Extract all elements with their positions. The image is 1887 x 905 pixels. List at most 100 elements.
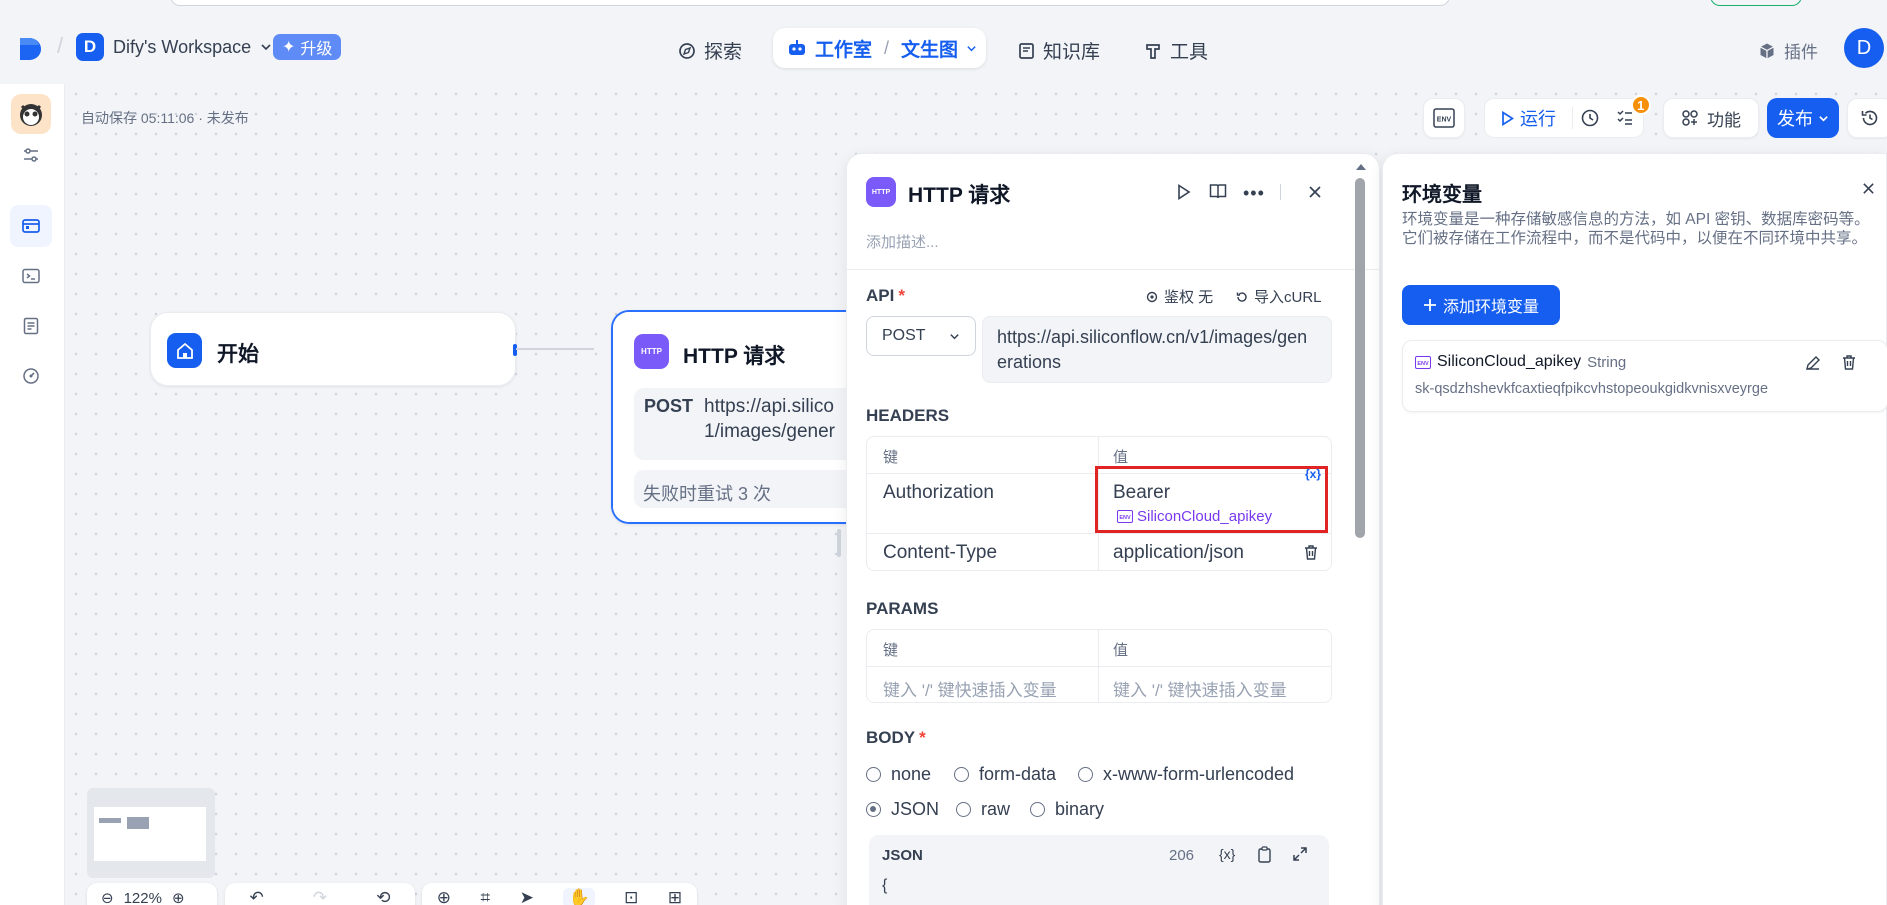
auth-button[interactable]: 鉴权 无 [1145, 286, 1213, 307]
panel-scrollbar[interactable] [1355, 162, 1367, 702]
json-editor[interactable]: JSON 206 {x} { [869, 835, 1329, 905]
description-placeholder[interactable]: 添加描述... [866, 231, 939, 252]
history-icon[interactable]: ⟲ [376, 888, 390, 905]
features-button[interactable]: 功能 [1663, 98, 1759, 138]
chevron-down-icon [949, 331, 960, 342]
undo-icon[interactable]: ↶ [250, 888, 264, 905]
params-col-value: 值 [1113, 642, 1129, 659]
body-option-none[interactable]: none [866, 764, 931, 785]
json-char-count: 206 [1169, 847, 1195, 864]
close-icon[interactable] [1308, 185, 1322, 199]
pointer-icon[interactable]: ➤ [520, 888, 534, 905]
redo-icon[interactable]: ↷ [313, 888, 327, 905]
nav-tools[interactable]: 工具 [1144, 37, 1208, 64]
url-input[interactable]: https://api.siliconflow.cn/v1/images/gen… [982, 316, 1332, 383]
method-select[interactable]: POST [866, 316, 976, 356]
checklist-icon[interactable]: 1 [1608, 95, 1651, 127]
minimap[interactable] [87, 788, 215, 878]
env-button[interactable]: ENV [1423, 98, 1465, 138]
body-option-json[interactable]: JSON [866, 799, 939, 820]
top-navigation: / D Dify's Workspace ✦ 升级 探索 工作室 / 文生图 知识… [0, 0, 1887, 84]
start-node[interactable]: 开始 [150, 312, 517, 386]
body-option-raw[interactable]: raw [956, 799, 1010, 820]
expand-icon[interactable] [1292, 846, 1308, 862]
http-node-title: HTTP 请求 [683, 345, 786, 368]
add-node-icon[interactable]: ⊕ [437, 888, 451, 905]
params-key-input[interactable]: 键入 '/' 键快速插入变量 [883, 676, 1057, 701]
body-option-binary[interactable]: binary [1030, 799, 1104, 820]
terminal-icon[interactable] [10, 255, 52, 297]
history-icon [1860, 108, 1880, 128]
env-variable-item[interactable]: ENV SiliconCloud_apikey String sk-qsdzhs… [1402, 340, 1887, 412]
divider-slash: / [57, 33, 64, 58]
header-value-cell[interactable]: application/json [1113, 542, 1244, 564]
browser-address-bar [170, 0, 1450, 6]
json-code-line: { [882, 877, 888, 894]
http-badge: HTTP [634, 334, 669, 369]
export-image-icon[interactable]: ⊡ [624, 888, 638, 905]
organize-icon[interactable]: ⊞ [668, 888, 682, 905]
edge-connector [516, 348, 594, 350]
nav-studio[interactable]: 工作室 / 文生图 [773, 28, 986, 68]
trash-icon[interactable] [1841, 354, 1857, 371]
header-col-key: 键 [883, 449, 899, 466]
env-icon: ENV [1433, 108, 1455, 128]
header-key-cell[interactable]: Authorization [883, 482, 994, 504]
close-icon[interactable] [1862, 182, 1875, 195]
hand-icon[interactable]: ✋ [563, 888, 595, 905]
zoom-control[interactable]: ⊖ 122% ⊕ [87, 883, 217, 905]
env-panel-description: 环境变量是一种存储敏感信息的方法，如 API 密钥、数据库密码等。它们被存储在工… [1402, 211, 1870, 247]
nav-plugins-label: 插件 [1784, 43, 1818, 62]
body-option-urlencoded[interactable]: x-www-form-urlencoded [1078, 764, 1294, 785]
run-history-icon[interactable] [1573, 108, 1608, 128]
copy-icon[interactable] [1257, 846, 1272, 863]
zoom-out-icon[interactable]: ⊖ [101, 889, 114, 905]
insert-variable-icon[interactable]: {x} [1219, 846, 1235, 862]
plus-icon [1423, 298, 1437, 312]
green-pill-button[interactable] [1710, 0, 1802, 6]
header-key-cell[interactable]: Content-Type [883, 542, 997, 564]
version-history-button[interactable] [1847, 98, 1887, 138]
add-env-variable-button[interactable]: 添加环境变量 [1402, 285, 1560, 325]
json-editor-label: JSON [882, 847, 923, 864]
more-options-icon[interactable]: ••• [1243, 183, 1265, 204]
app-icon-avatar[interactable] [11, 94, 51, 134]
import-curl-button[interactable]: 导入cURL [1235, 286, 1322, 307]
upgrade-button[interactable]: ✦ 升级 [273, 34, 342, 60]
workspace-switcher[interactable]: D Dify's Workspace [76, 33, 272, 61]
settings-sliders-icon[interactable] [10, 134, 52, 176]
nav-explore[interactable]: 探索 [678, 37, 742, 64]
insert-variable-icon[interactable]: {x} [1305, 467, 1321, 481]
add-note-icon[interactable]: ⌗ [481, 888, 491, 905]
edit-pencil-icon[interactable] [1805, 355, 1821, 371]
trash-icon[interactable] [1303, 544, 1319, 561]
add-env-variable-label: 添加环境变量 [1442, 299, 1539, 316]
gear-icon [1145, 290, 1159, 304]
nav-plugins[interactable]: 插件 [1758, 38, 1818, 63]
canvas-tools: ⊕ ⌗ ➤ ✋ ⊡ ⊞ [422, 883, 697, 905]
user-avatar[interactable]: D [1844, 28, 1884, 68]
run-button[interactable]: 运行 [1485, 105, 1572, 131]
monitor-gauge-icon[interactable] [10, 355, 52, 397]
output-handle[interactable] [513, 344, 517, 356]
publish-button[interactable]: 发布 [1767, 98, 1839, 138]
current-app-name[interactable]: 文生图 [901, 35, 958, 62]
http-request-node[interactable]: HTTP HTTP 请求 POST https://api.silico 1/i… [611, 310, 851, 524]
robot-icon [787, 39, 807, 57]
environment-variables-panel: 环境变量 环境变量是一种存储敏感信息的方法，如 API 密钥、数据库密码等。它们… [1382, 153, 1887, 905]
env-variable-type: String [1587, 353, 1627, 371]
http-badge: HTTP [866, 177, 896, 207]
chevron-down-icon [260, 41, 272, 53]
resize-handle[interactable] [837, 529, 841, 557]
history-controls: ↶ ↷ ⟲ [225, 883, 415, 905]
docs-book-icon[interactable] [1209, 183, 1227, 200]
logs-icon[interactable] [10, 305, 52, 347]
nav-knowledge[interactable]: 知识库 [1018, 37, 1100, 64]
dify-logo-icon[interactable] [18, 36, 44, 62]
panel-title[interactable]: HTTP 请求 [908, 179, 1010, 209]
body-option-form-data[interactable]: form-data [954, 764, 1056, 785]
orchestrate-icon[interactable] [10, 205, 52, 247]
run-node-icon[interactable] [1177, 184, 1191, 200]
params-value-input[interactable]: 键入 '/' 键快速插入变量 [1113, 676, 1287, 701]
zoom-in-icon[interactable]: ⊕ [172, 889, 185, 905]
